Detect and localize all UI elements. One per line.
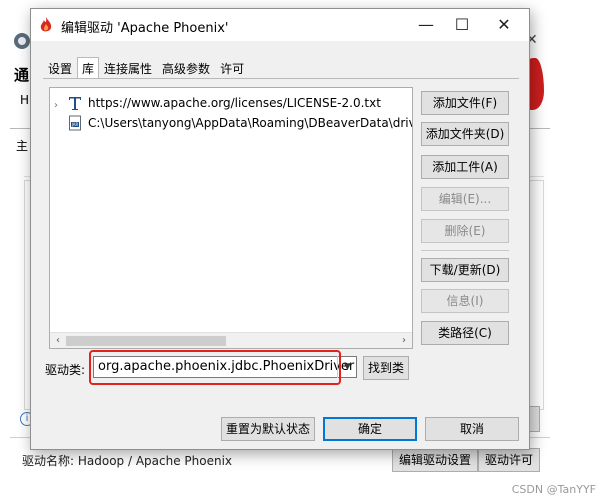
find-class-button[interactable]: 找到类 [363, 356, 409, 380]
title-bar[interactable]: 编辑驱动 'Apache Phoenix' — ☐ ✕ [31, 9, 529, 41]
background-main-tab[interactable]: 主 [16, 137, 28, 154]
jar-icon: JAR [69, 115, 81, 131]
chevron-left-icon[interactable]: ‹ [51, 334, 65, 348]
edit-driver-settings-button[interactable]: 编辑驱动设置 [392, 448, 479, 472]
edit-button[interactable]: 编辑(E)... [421, 187, 509, 211]
maximize-icon[interactable]: ☐ [447, 13, 477, 37]
tab-bar: 设置 库 连接属性 高级参数 许可 [43, 57, 249, 79]
add-file-button[interactable]: 添加文件(F) [421, 91, 509, 115]
chevron-right-icon[interactable]: › [397, 334, 411, 348]
tab-libraries[interactable]: 库 [77, 57, 100, 79]
classpath-button[interactable]: 类路径(C) [421, 321, 509, 345]
flame-icon [40, 17, 52, 32]
edit-driver-dialog: 编辑驱动 'Apache Phoenix' — ☐ ✕ 设置 库 连接属性 高级… [30, 8, 530, 450]
add-folder-button[interactable]: 添加文件夹(D) [421, 122, 509, 146]
dbeaver-icon [14, 33, 30, 49]
background-title: 通 [14, 66, 30, 84]
list-item[interactable]: JAR C:\Users\tanyong\AppData\Roaming\DBe… [50, 114, 412, 132]
info-button[interactable]: 信息(I) [421, 289, 509, 313]
library-label: C:\Users\tanyong\AppData\Roaming\DBeaver… [88, 116, 412, 130]
annotation-highlight [89, 350, 341, 385]
cancel-button[interactable]: 取消 [425, 417, 519, 441]
download-update-button[interactable]: 下载/更新(D) [421, 258, 509, 282]
tab-advanced-parameters[interactable]: 高级参数 [157, 57, 215, 79]
driver-name-label: 驱动名称: Hadoop / Apache Phoenix [22, 454, 233, 468]
scrollbar-thumb[interactable] [66, 336, 226, 346]
minimize-icon[interactable]: — [411, 13, 441, 37]
tab-license[interactable]: 许可 [215, 57, 249, 79]
library-label: https://www.apache.org/licenses/LICENSE-… [88, 96, 381, 110]
dialog-title: 编辑驱动 'Apache Phoenix' [61, 21, 229, 36]
chevron-right-icon[interactable]: › [54, 97, 64, 111]
close-icon[interactable]: ✕ [489, 13, 519, 37]
horizontal-scrollbar[interactable]: ‹ › [50, 332, 412, 348]
list-item[interactable]: › https://www.apache.org/licenses/LICENS… [50, 94, 412, 112]
reset-default-button[interactable]: 重置为默认状态 [221, 417, 315, 441]
tab-settings[interactable]: 设置 [43, 57, 77, 79]
text-icon [69, 97, 81, 110]
add-artifact-button[interactable]: 添加工件(A) [421, 155, 509, 179]
driver-license-button[interactable]: 驱动许可 [478, 448, 541, 472]
delete-button[interactable]: 删除(E) [421, 219, 509, 243]
library-list[interactable]: › https://www.apache.org/licenses/LICENS… [49, 87, 413, 349]
ok-button[interactable]: 确定 [323, 417, 417, 441]
svg-text:JAR: JAR [71, 122, 79, 127]
background-subtitle: H [20, 93, 30, 107]
watermark: CSDN @TanYYF [511, 483, 596, 496]
driver-class-label: 驱动类: [45, 363, 86, 377]
tab-connection-properties[interactable]: 连接属性 [99, 57, 157, 79]
